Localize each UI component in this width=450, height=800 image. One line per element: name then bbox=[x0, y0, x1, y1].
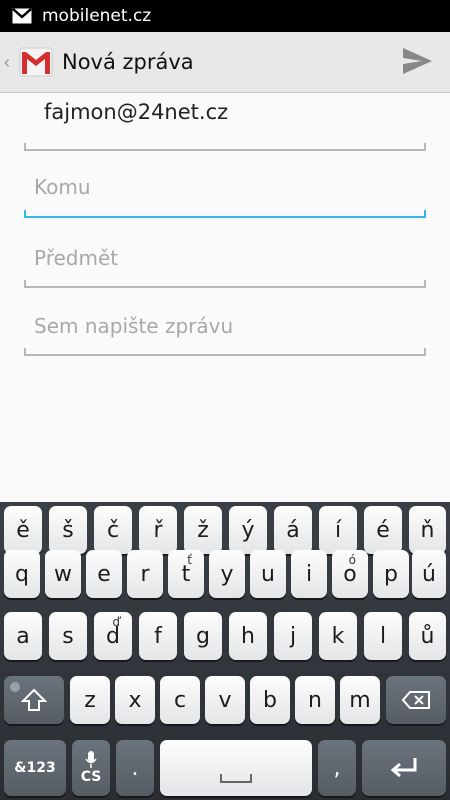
key-y[interactable]: y bbox=[209, 550, 245, 598]
key-label: h bbox=[241, 623, 255, 649]
key-o[interactable]: oó bbox=[332, 550, 368, 598]
key-alt-label: ď bbox=[112, 615, 120, 629]
key-s-caron[interactable]: š bbox=[49, 506, 87, 554]
key-label: u bbox=[261, 561, 275, 587]
space-key[interactable] bbox=[160, 740, 312, 796]
key-f[interactable]: f bbox=[139, 612, 177, 660]
key-label: r bbox=[140, 561, 150, 587]
key-y-acute[interactable]: ý bbox=[229, 506, 267, 554]
key-p[interactable]: p bbox=[373, 550, 409, 598]
key-z[interactable]: z bbox=[70, 676, 110, 724]
key-m[interactable]: m bbox=[340, 676, 380, 724]
status-carrier-text: mobilenet.cz bbox=[42, 6, 152, 26]
subject-input[interactable] bbox=[24, 238, 426, 278]
to-underline bbox=[24, 216, 426, 218]
key-i[interactable]: i bbox=[291, 550, 327, 598]
from-underline bbox=[24, 149, 426, 151]
page-title: Nová zpráva bbox=[62, 50, 194, 74]
key-label: g bbox=[196, 623, 210, 649]
key-e-caron[interactable]: ě bbox=[4, 506, 42, 554]
key-r[interactable]: r bbox=[127, 550, 163, 598]
key-n-caron[interactable]: ň bbox=[409, 506, 446, 554]
keyboard: ě š č ř ž ý á í é ň q w e r tť y u i oó … bbox=[0, 502, 450, 800]
key-r-caron[interactable]: ř bbox=[139, 506, 177, 554]
key-label: a bbox=[16, 623, 30, 649]
key-q[interactable]: q bbox=[4, 550, 40, 598]
key-w[interactable]: w bbox=[45, 550, 81, 598]
backspace-key[interactable] bbox=[386, 676, 446, 724]
period-key[interactable]: . bbox=[116, 740, 154, 796]
key-g[interactable]: g bbox=[184, 612, 222, 660]
up-caret-icon[interactable]: ‹ bbox=[4, 52, 16, 73]
key-z-caron[interactable]: ž bbox=[184, 506, 222, 554]
key-alt-label: ť bbox=[187, 553, 192, 567]
send-icon[interactable] bbox=[400, 44, 434, 78]
key-label: w bbox=[54, 561, 72, 587]
key-label: s bbox=[62, 623, 74, 649]
key-e-acute[interactable]: é bbox=[364, 506, 402, 554]
key-a[interactable]: a bbox=[4, 612, 42, 660]
comma-key[interactable]: , bbox=[318, 740, 356, 796]
key-e[interactable]: e bbox=[86, 550, 122, 598]
key-label: y bbox=[220, 561, 234, 587]
action-bar: ‹ Nová zpráva bbox=[0, 32, 450, 93]
key-i-acute[interactable]: í bbox=[319, 506, 357, 554]
backspace-icon bbox=[401, 691, 430, 709]
gmail-icon[interactable] bbox=[18, 44, 54, 80]
gmail-envelope-icon bbox=[12, 8, 32, 24]
from-account[interactable]: fajmon@24net.cz bbox=[44, 100, 228, 124]
shift-icon bbox=[21, 688, 47, 711]
space-bar-icon bbox=[220, 774, 252, 783]
key-u-ring[interactable]: ů bbox=[409, 612, 446, 660]
language-label: CS bbox=[80, 769, 102, 785]
key-c-caron[interactable]: č bbox=[94, 506, 132, 554]
key-n[interactable]: n bbox=[295, 676, 335, 724]
key-label: l bbox=[379, 623, 387, 649]
key-j[interactable]: j bbox=[274, 612, 312, 660]
key-k[interactable]: k bbox=[319, 612, 357, 660]
caps-indicator bbox=[10, 682, 20, 692]
key-s[interactable]: s bbox=[49, 612, 87, 660]
key-h[interactable]: h bbox=[229, 612, 267, 660]
key-label: ú bbox=[422, 561, 436, 587]
key-x[interactable]: x bbox=[115, 676, 155, 724]
status-bar: mobilenet.cz bbox=[0, 0, 450, 32]
key-u-acute[interactable]: ú bbox=[412, 550, 446, 598]
key-u[interactable]: u bbox=[250, 550, 286, 598]
key-c[interactable]: c bbox=[160, 676, 200, 724]
key-label: j bbox=[289, 623, 297, 649]
key-d[interactable]: dď bbox=[94, 612, 132, 660]
key-t[interactable]: tť bbox=[168, 550, 204, 598]
key-v[interactable]: v bbox=[205, 676, 245, 724]
key-alt-label: ó bbox=[348, 553, 356, 567]
body-underline bbox=[24, 354, 426, 356]
key-label: i bbox=[305, 561, 313, 587]
key-a-acute[interactable]: á bbox=[274, 506, 312, 554]
key-b[interactable]: b bbox=[250, 676, 290, 724]
shift-key[interactable] bbox=[4, 676, 64, 724]
key-label: p bbox=[384, 561, 398, 587]
key-label: f bbox=[154, 623, 162, 649]
symbols-key[interactable]: &123 bbox=[4, 740, 66, 796]
microphone-icon bbox=[85, 751, 97, 768]
enter-icon bbox=[390, 758, 417, 778]
voice-language-key[interactable]: CS bbox=[72, 740, 110, 796]
subject-underline bbox=[24, 286, 426, 288]
to-input[interactable] bbox=[24, 167, 426, 207]
key-label: e bbox=[97, 561, 111, 587]
key-label: ů bbox=[420, 623, 435, 649]
body-input[interactable] bbox=[24, 306, 426, 346]
enter-key[interactable] bbox=[362, 740, 446, 796]
key-l[interactable]: l bbox=[364, 612, 402, 660]
key-label: q bbox=[15, 561, 29, 587]
key-label: k bbox=[331, 623, 345, 649]
